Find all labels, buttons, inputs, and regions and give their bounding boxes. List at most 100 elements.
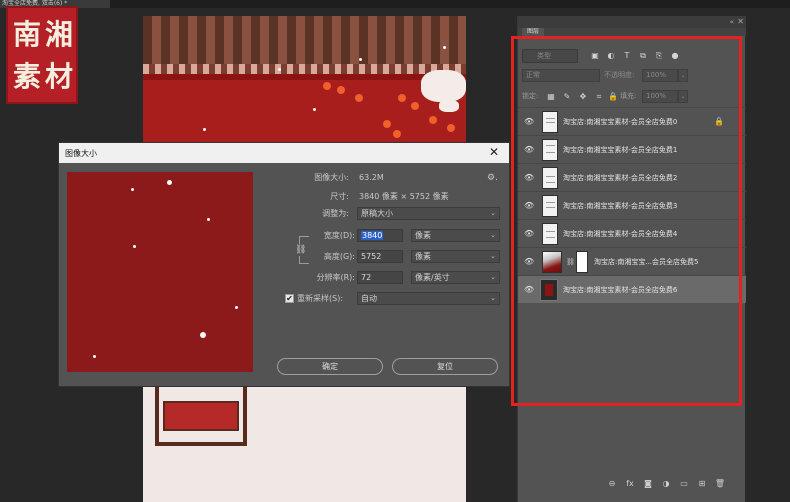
adjustment-layer-icon[interactable]: ◑ [660,478,672,490]
blend-mode-dropdown[interactable]: 正常 [522,69,600,82]
chevron-down-icon: ⌄ [490,209,496,217]
chevron-down-icon: ⌄ [490,252,496,260]
persimmon [393,130,401,138]
chair-seat [163,401,239,431]
fit-to-dropdown[interactable]: 原稿大小 ⌄ [357,207,500,220]
top-tab-strip: 淘宝全店免费, 双击(6) * [0,0,790,8]
layer-row[interactable]: 👁 淘宝店:南湘宝宝素材-会员全店免费2 [518,163,746,191]
persimmon [411,102,419,110]
resolution-value: 72 [361,273,372,282]
artboard-icon[interactable]: ⌗ [594,91,604,102]
layer-mask-thumbnail[interactable] [576,251,588,273]
snow-clump [439,100,459,112]
layer-row[interactable]: 👁 淘宝店:南湘宝宝素材-会员全店免费1 [518,135,746,163]
image-icon[interactable]: ▣ [590,51,600,61]
layer-name: 淘宝店:南湘宝宝素材-会员全店免费1 [563,146,678,154]
eye-icon[interactable]: 👁 [524,117,534,127]
close-icon[interactable]: ✕ [487,145,501,159]
chevron-down-icon: ⌄ [490,294,496,302]
resample-dropdown[interactable]: 自动 ⌄ [357,292,500,305]
snowflake [207,218,210,221]
resolution-field[interactable]: 72 [357,271,403,284]
width-unit: 像素 [415,231,431,240]
close-icon[interactable]: ✕ [737,16,744,28]
eye-icon[interactable]: 👁 [524,201,534,211]
dot-icon[interactable]: ● [670,51,680,61]
resample-checkbox[interactable]: ✔ [285,294,294,303]
layer-filter-dropdown[interactable]: 类型 [522,49,578,63]
width-unit-dropdown[interactable]: 像素 ⌄ [411,229,500,242]
layer-thumbnail [542,223,558,245]
snow-clump [421,70,466,102]
chevron-down-icon: ⌄ [490,231,496,239]
shape-icon[interactable]: ⧉ [638,51,648,61]
chevron-down-icon[interactable]: ⌄ [678,90,688,103]
chevron-down-icon[interactable]: ⌄ [678,69,688,82]
dialog-titlebar[interactable]: 图像大小 ✕ [59,143,509,163]
fill-field[interactable]: 100% [642,90,678,103]
fit-to-value: 原稿大小 [361,209,393,218]
height-label: 高度(G): [323,252,355,261]
type-icon[interactable]: T [622,51,632,61]
layer-name: 淘宝店:南湘宝宝素材-会员全店免费3 [563,202,678,210]
layer-list: 👁 淘宝店:南湘宝宝素材-会员全店免费0 🔒 👁 淘宝店:南湘宝宝素材-会员全店… [518,107,746,307]
adjustment-icon[interactable]: ◐ [606,51,616,61]
new-layer-icon[interactable]: ⊞ [696,478,708,490]
collapse-icon[interactable]: « [730,16,734,28]
eye-icon[interactable]: 👁 [524,145,534,155]
height-unit: 像素 [415,252,431,261]
dimensions-value[interactable]: 3840 像素 × 5752 像素 [359,191,449,203]
layer-name: 淘宝店:南湘宝宝素材-会员全店免费6 [563,286,678,294]
dimensions-label: 尺寸: [330,192,349,201]
add-mask-icon[interactable]: ◙ [642,478,654,490]
gear-icon[interactable]: ⚙. [487,173,498,183]
link-icon: ⛓ [566,258,575,266]
resolution-unit: 像素/英寸 [415,273,450,282]
eye-icon[interactable]: 👁 [524,285,534,295]
snowflake [203,128,206,131]
image-size-label: 图像大小: [314,173,349,182]
smart-object-icon[interactable]: ⎘ [654,51,664,61]
chevron-down-icon: ⌄ [490,273,496,281]
move-icon[interactable]: ✥ [578,91,588,102]
height-unit-dropdown[interactable]: 像素 ⌄ [411,250,500,263]
tab-layers[interactable]: 图层 [522,28,544,36]
reset-button[interactable]: 复位 [392,358,498,375]
snowflake [200,332,206,338]
resample-label: 重新采样(S): [297,294,344,303]
layer-row[interactable]: 👁 淘宝店:南湘宝宝素材-会员全店免费0 🔒 [518,107,746,135]
layer-thumbnail [540,279,558,301]
eye-icon[interactable]: 👁 [524,173,534,183]
layer-row-active[interactable]: 👁 淘宝店:南湘宝宝素材-会员全店免费6 [518,275,746,303]
lock-icon[interactable]: 🔒 [608,91,618,102]
lock-transparency-icon[interactable]: ▦ [546,91,556,102]
layer-thumbnail [542,167,558,189]
persimmon [398,94,406,102]
resolution-unit-dropdown[interactable]: 像素/英寸 ⌄ [411,271,500,284]
fit-to-label: 调整为: [322,209,349,218]
snowflake [131,188,134,191]
persimmon [323,82,331,90]
link-layers-icon[interactable]: ⊖ [606,478,618,490]
fx-icon[interactable]: fx [624,478,636,490]
image-size-value: 63.2M [359,173,384,182]
layer-row[interactable]: 👁 淘宝店:南湘宝宝素材-会员全店免费3 [518,191,746,219]
layer-row[interactable]: 👁 ⛓ 淘宝店:南湘宝宝...会员全店免费5 [518,247,746,275]
image-preview[interactable] [67,172,253,372]
lock-label: 锁定: [522,92,539,100]
ok-button[interactable]: 确定 [277,358,383,375]
eye-icon[interactable]: 👁 [524,257,534,267]
height-field[interactable]: 5752 [357,250,403,263]
layer-row[interactable]: 👁 淘宝店:南湘宝宝素材-会员全店免费4 [518,219,746,247]
group-icon[interactable]: ▭ [678,478,690,490]
opacity-field[interactable]: 100% [642,69,678,82]
brush-icon[interactable]: ✎ [562,91,572,102]
eye-icon[interactable]: 👁 [524,229,534,239]
delete-layer-icon[interactable]: 🗑 [714,478,726,490]
snowflake [167,180,172,185]
width-field[interactable]: 3840 [357,229,403,242]
opacity-label: 不透明度: [604,71,635,79]
layer-thumbnail [542,111,558,133]
snowflake [235,306,238,309]
layer-filter-row: ⌕ 类型 ▣ ◐ T ⧉ ⎘ ● [518,46,746,66]
